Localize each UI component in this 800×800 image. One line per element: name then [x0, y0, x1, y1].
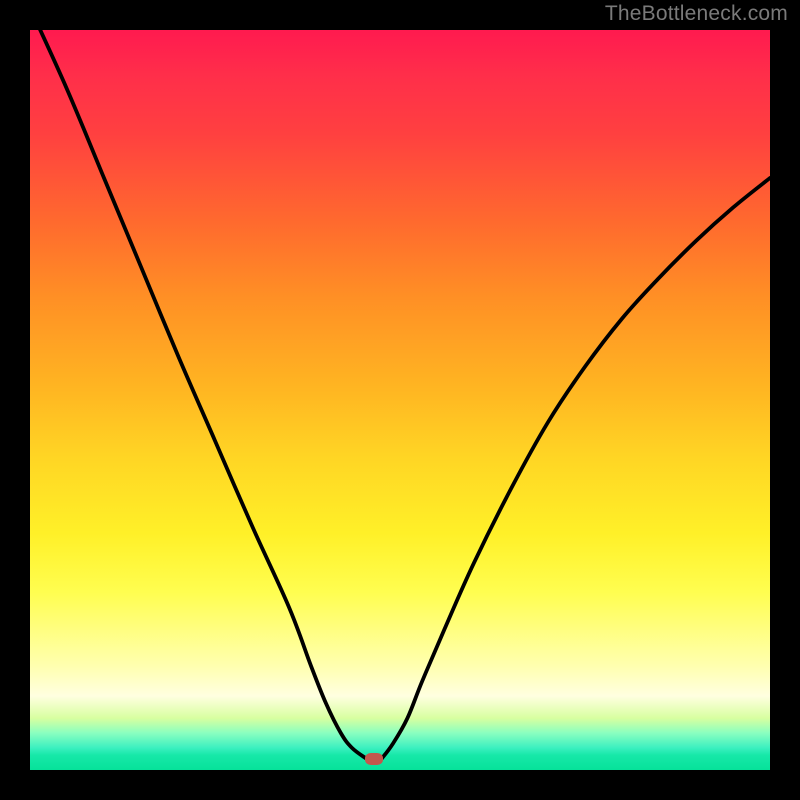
- curve-layer: [30, 30, 770, 770]
- watermark-label: TheBottleneck.com: [605, 2, 788, 26]
- chart-frame: TheBottleneck.com: [0, 0, 800, 800]
- minimum-marker: [365, 753, 383, 765]
- plot-area: [30, 30, 770, 770]
- bottleneck-curve-left: [30, 30, 367, 759]
- bottleneck-curve-right: [382, 178, 771, 759]
